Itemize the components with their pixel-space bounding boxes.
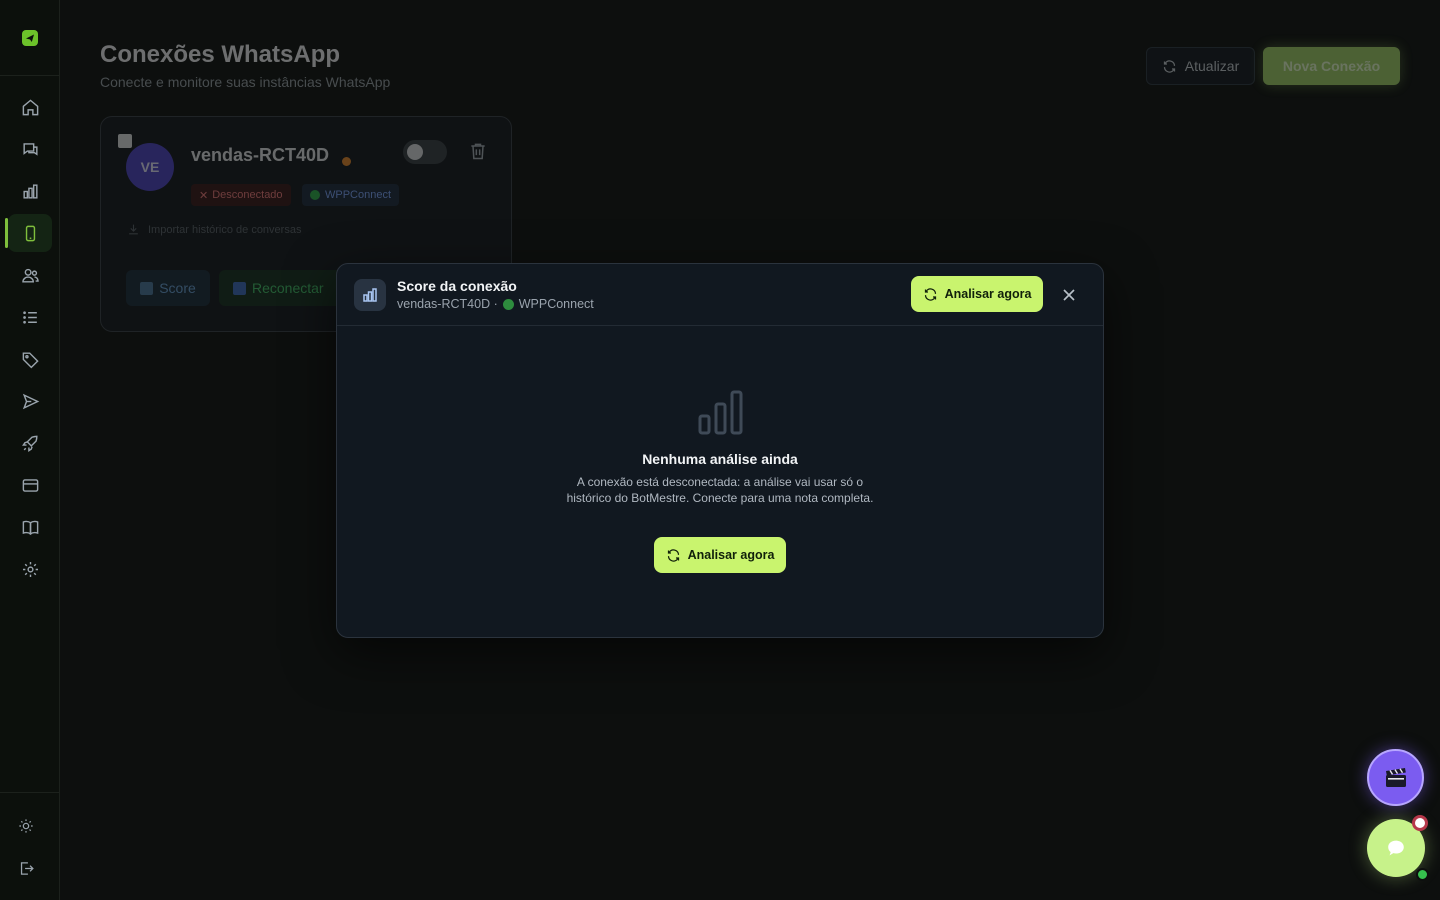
provider-label: WPPConnect	[325, 189, 392, 201]
sidebar-item-docs[interactable]	[8, 508, 52, 546]
empty-description: A conexão está desconectada: a análise v…	[566, 475, 874, 505]
analyze-label: Analisar agora	[944, 287, 1032, 301]
score-modal: Score da conexão vendas-RCT40D · WPPConn…	[336, 263, 1104, 638]
provider-badge: WPPConnect	[302, 184, 400, 206]
modal-chart-icon	[354, 279, 386, 311]
status-dot	[342, 157, 351, 166]
reconnect-label: Reconectar	[252, 280, 324, 296]
analyze-now-center-button[interactable]: Analisar agora	[654, 537, 786, 573]
modal-title: Score da conexão	[397, 278, 517, 294]
phone-icon	[25, 225, 35, 241]
rocket-icon	[21, 435, 38, 452]
card-icon	[22, 478, 38, 492]
trash-icon[interactable]	[468, 141, 488, 161]
score-label: Score	[159, 280, 196, 296]
provider-dot-icon	[502, 298, 514, 310]
sidebar-item-lists[interactable]	[8, 298, 52, 336]
modal-provider: WPPConnect	[518, 297, 594, 311]
sidebar-divider	[0, 792, 59, 793]
app-logo[interactable]	[0, 0, 59, 76]
import-label: Importar histórico de conversas	[148, 223, 302, 236]
analyze-center-label: Analisar agora	[687, 548, 775, 562]
analyze-now-button[interactable]: Analisar agora	[911, 276, 1043, 312]
download-icon	[129, 224, 138, 235]
home-icon	[22, 98, 38, 115]
logout-button[interactable]	[4, 849, 48, 887]
reconnect-button[interactable]: Reconectar	[219, 270, 349, 306]
book-icon	[22, 520, 38, 535]
logo-icon	[21, 29, 38, 46]
close-icon[interactable]	[1059, 285, 1079, 305]
sidebar-item-contacts[interactable]	[8, 256, 52, 294]
refresh-icon	[1163, 59, 1175, 73]
refresh-icon	[233, 281, 246, 295]
chat-bubble-icon	[1388, 840, 1404, 856]
empty-title: Nenhuma análise ainda	[642, 451, 798, 467]
provider-dot-icon	[310, 190, 320, 200]
notification-indicator	[1412, 815, 1428, 831]
sidebar-item-settings[interactable]	[8, 550, 52, 588]
chart-icon	[22, 183, 38, 199]
refresh-label: Atualizar	[1184, 58, 1240, 74]
gear-icon	[22, 561, 38, 577]
refresh-button[interactable]: Atualizar	[1146, 47, 1255, 85]
logout-icon	[20, 861, 34, 875]
select-checkbox[interactable]	[118, 134, 132, 148]
import-history-link[interactable]: Importar histórico de conversas	[127, 223, 301, 236]
chart-icon	[140, 281, 154, 295]
empty-chart-icon	[698, 390, 743, 435]
avatar: VE	[126, 143, 174, 191]
modal-subtitle: vendas-RCT40D · WPPConnect	[397, 297, 594, 311]
modal-header: Score da conexão vendas-RCT40D · WPPConn…	[337, 264, 1103, 326]
page-title: Conexões WhatsApp	[100, 41, 341, 68]
tag-icon	[22, 351, 39, 368]
status-badge: ✕ Desconectado	[191, 184, 291, 206]
refresh-icon	[924, 287, 936, 301]
clapperboard-icon	[1385, 767, 1406, 787]
status-label: Desconectado	[212, 189, 283, 201]
theme-toggle[interactable]	[4, 807, 48, 845]
page-subtitle: Conecte e monitore suas instâncias Whats…	[100, 74, 391, 90]
video-tutorial-button[interactable]	[1367, 749, 1424, 806]
send-icon	[22, 393, 39, 409]
sidebar-item-tags[interactable]	[8, 340, 52, 378]
new-connection-button[interactable]: Nova Conexão	[1263, 47, 1400, 85]
connection-toggle[interactable]	[403, 140, 447, 164]
modal-connection-name: vendas-RCT40D ·	[397, 297, 498, 311]
sidebar-item-broadcast[interactable]	[8, 382, 52, 420]
score-button[interactable]: Score	[126, 270, 210, 306]
connection-name: vendas-RCT40D	[191, 145, 330, 165]
sidebar	[0, 0, 60, 900]
sun-icon	[19, 819, 33, 833]
sidebar-item-analytics[interactable]	[8, 172, 52, 210]
x-icon: ✕	[199, 189, 209, 202]
online-indicator	[1416, 868, 1429, 881]
list-icon	[22, 310, 37, 324]
users-icon	[21, 268, 39, 283]
refresh-icon	[667, 548, 679, 562]
sidebar-item-campaigns[interactable]	[8, 424, 52, 462]
sidebar-item-chat[interactable]	[8, 130, 52, 168]
sidebar-item-home[interactable]	[8, 88, 52, 126]
chart-icon	[363, 288, 377, 302]
sidebar-item-billing[interactable]	[8, 466, 52, 504]
chat-icon	[22, 142, 38, 156]
sidebar-item-connections[interactable]	[5, 214, 52, 252]
